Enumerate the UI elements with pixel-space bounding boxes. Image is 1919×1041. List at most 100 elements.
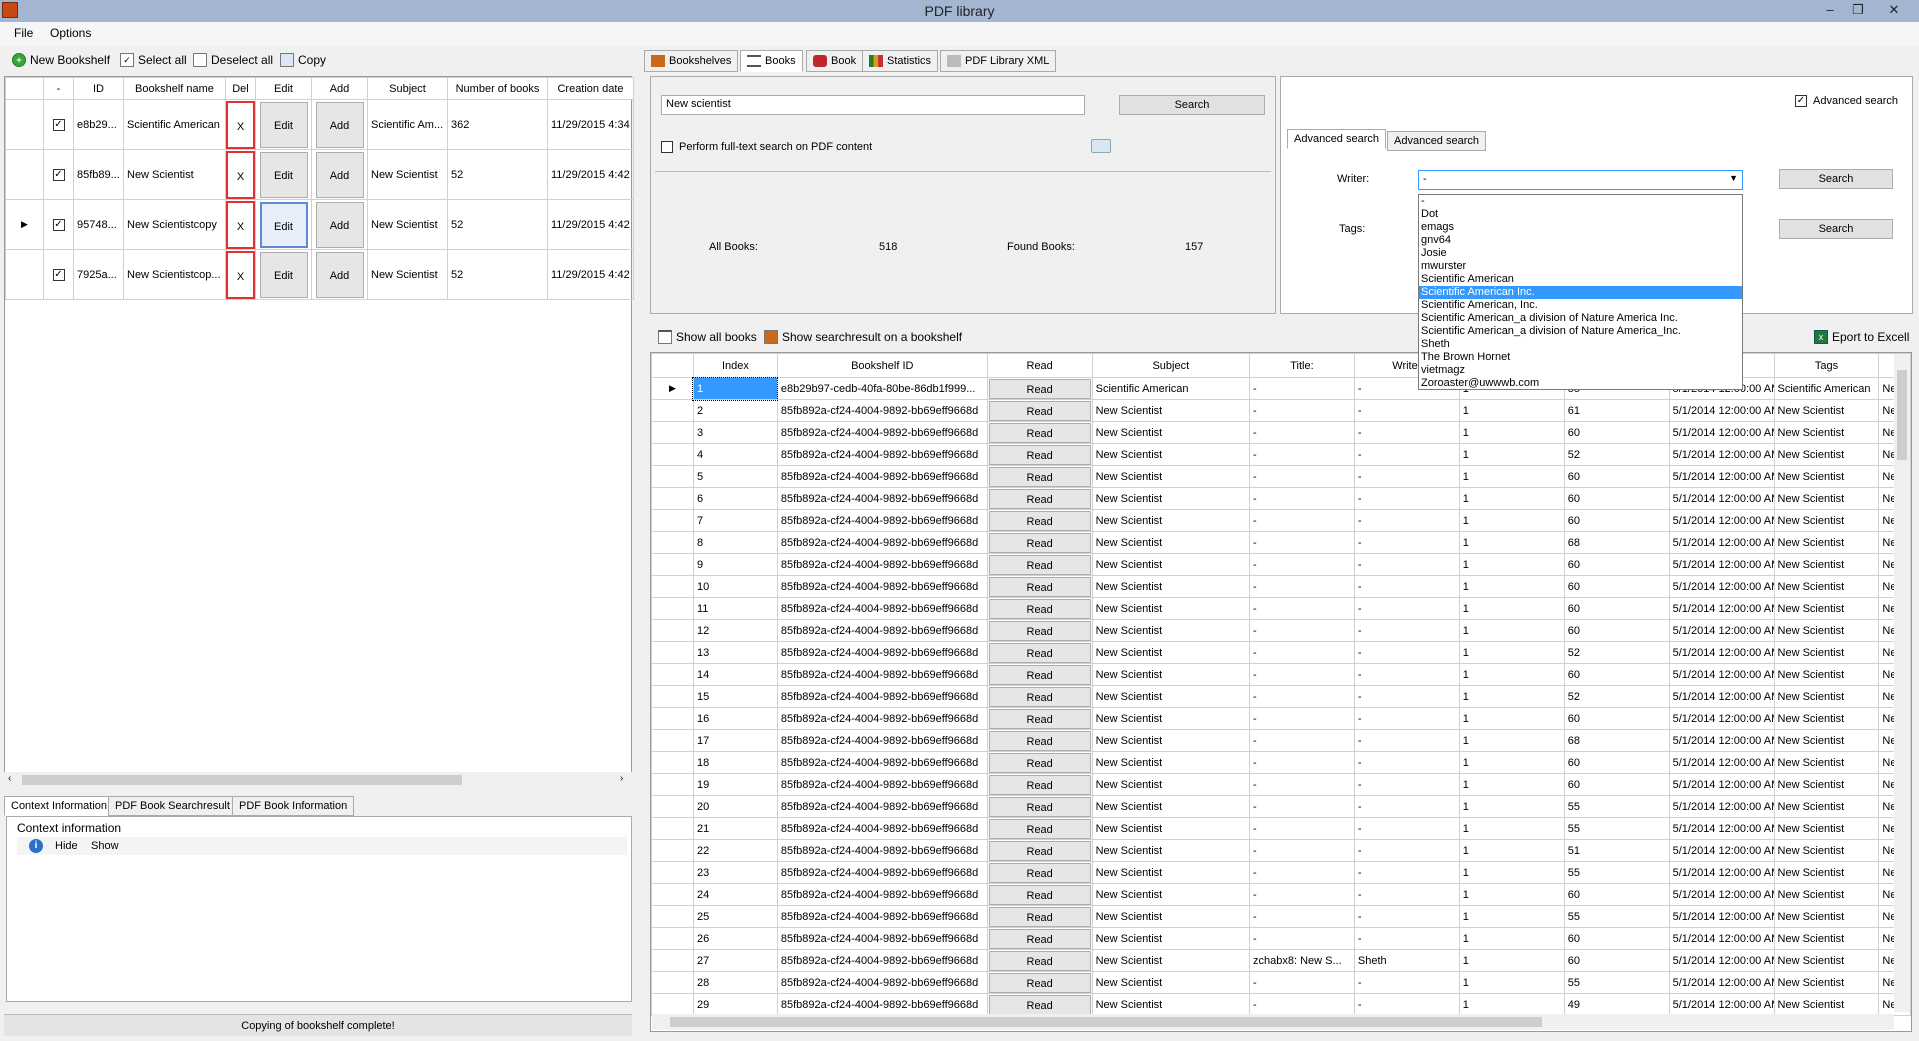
dropdown-option[interactable]: Zoroaster@uwwwb.com (1419, 377, 1742, 390)
writer-select[interactable]: - ▼ (1418, 170, 1743, 190)
table-row[interactable]: 22 85fb892a-cf24-4004-9892-bb69eff9668d Re… (651, 839, 1911, 862)
tab-pdf-book-searchresult[interactable]: PDF Book Searchresult (108, 796, 237, 816)
writer-search-button[interactable]: Search (1779, 169, 1893, 189)
col-del[interactable]: Del (225, 77, 256, 100)
read-button[interactable]: Read (988, 488, 1091, 509)
chevron-down-icon[interactable]: ▼ (1729, 173, 1738, 183)
table-row[interactable]: 5 85fb892a-cf24-4004-9892-bb69eff9668d Rea… (651, 465, 1911, 488)
dropdown-option[interactable]: emags (1419, 221, 1742, 234)
row-header[interactable] (651, 949, 694, 972)
read-button[interactable]: Read (988, 576, 1091, 597)
dropdown-option[interactable]: The Brown Hornet (1419, 351, 1742, 364)
row-header[interactable] (651, 707, 694, 730)
table-row[interactable]: 17 85fb892a-cf24-4004-9892-bb69eff9668d Re… (651, 729, 1911, 752)
books-hscrollbar[interactable] (652, 1014, 1894, 1030)
read-button[interactable]: Read (988, 664, 1091, 685)
tags-search-button[interactable]: Search (1779, 219, 1893, 239)
tab-context-information[interactable]: Context Information (4, 796, 114, 816)
bookshelf-hscrollbar[interactable]: ‹ › (4, 772, 632, 788)
table-row[interactable]: 18 85fb892a-cf24-4004-9892-bb69eff9668d Re… (651, 751, 1911, 774)
read-button[interactable]: Read (988, 686, 1091, 707)
table-row[interactable]: ✓ 7925a... New Scientistcop... X Edit Ad… (5, 249, 634, 300)
current-row-arrow[interactable]: ▶ (5, 199, 44, 250)
scroll-thumb[interactable] (22, 775, 462, 785)
table-row[interactable]: 28 85fb892a-cf24-4004-9892-bb69eff9668d Re… (651, 971, 1911, 994)
col-bookshelf-name[interactable]: Bookshelf name (123, 77, 226, 100)
row-header[interactable] (5, 99, 44, 150)
menu-options[interactable]: Options (50, 26, 91, 40)
row-header[interactable] (651, 509, 694, 532)
table-row[interactable]: 7 85fb892a-cf24-4004-9892-bb69eff9668d Rea… (651, 509, 1911, 532)
row-header[interactable] (651, 531, 694, 554)
col-tags[interactable]: Tags (1773, 353, 1880, 378)
read-button[interactable]: Read (988, 444, 1091, 465)
read-button[interactable]: Read (988, 840, 1091, 861)
read-button[interactable]: Read (988, 994, 1091, 1015)
col-subject[interactable]: Subject (367, 77, 448, 100)
show-button[interactable]: Show (91, 840, 119, 852)
delete-button[interactable]: X (226, 150, 255, 199)
export-excel-button[interactable]: x Eport to Excell (1814, 330, 1909, 344)
tab-pdf-library-xml[interactable]: PDF Library XML (940, 50, 1057, 72)
delete-button[interactable]: X (226, 100, 255, 149)
tab-pdf-book-information[interactable]: PDF Book Information (232, 796, 355, 816)
read-button[interactable]: Read (988, 532, 1091, 553)
menu-file[interactable]: File (14, 26, 33, 40)
read-button[interactable]: Read (988, 422, 1091, 443)
search-button[interactable]: Search (1119, 95, 1265, 115)
advanced-search-checkbox[interactable]: ✓ (1795, 95, 1807, 107)
close-button[interactable]: ✕ (1880, 0, 1908, 20)
table-row[interactable]: 15 85fb892a-cf24-4004-9892-bb69eff9668d Re… (651, 685, 1911, 708)
row-header[interactable] (5, 249, 44, 300)
scroll-right-icon[interactable]: › (620, 773, 623, 784)
table-row[interactable]: 2 85fb892a-cf24-4004-9892-bb69eff9668d Rea… (651, 399, 1911, 422)
dropdown-option[interactable]: Scientific American_a division of Nature… (1419, 312, 1742, 325)
books-vscrollbar[interactable] (1894, 354, 1910, 1012)
read-button[interactable]: Read (988, 862, 1091, 883)
row-header[interactable] (5, 149, 44, 200)
col-title[interactable]: Title: (1248, 353, 1355, 378)
read-button[interactable]: Read (988, 796, 1091, 817)
table-row[interactable]: 16 85fb892a-cf24-4004-9892-bb69eff9668d Re… (651, 707, 1911, 730)
table-row[interactable]: 19 85fb892a-cf24-4004-9892-bb69eff9668d Re… (651, 773, 1911, 796)
read-button[interactable]: Read (988, 400, 1091, 421)
row-header[interactable] (651, 729, 694, 752)
table-row[interactable]: 23 85fb892a-cf24-4004-9892-bb69eff9668d Re… (651, 861, 1911, 884)
delete-button[interactable]: X (226, 250, 255, 299)
read-button[interactable]: Read (988, 884, 1091, 905)
minimize-button[interactable]: – (1816, 0, 1844, 20)
col-id[interactable]: ID (73, 77, 124, 100)
deselect-all-button[interactable]: Deselect all (193, 53, 273, 67)
read-button[interactable]: Read (988, 708, 1091, 729)
read-button[interactable]: Read (988, 554, 1091, 575)
col-edit[interactable]: Edit (255, 77, 312, 100)
dropdown-option[interactable]: vietmagz (1419, 364, 1742, 377)
row-header[interactable] (651, 861, 694, 884)
show-searchresult-button[interactable]: Show searchresult on a bookshelf (764, 330, 962, 344)
table-row[interactable]: 4 85fb892a-cf24-4004-9892-bb69eff9668d Rea… (651, 443, 1911, 466)
table-row[interactable]: 20 85fb892a-cf24-4004-9892-bb69eff9668d Re… (651, 795, 1911, 818)
dropdown-option[interactable]: Scientific American, Inc. (1419, 299, 1742, 312)
table-row[interactable]: 6 85fb892a-cf24-4004-9892-bb69eff9668d Rea… (651, 487, 1911, 510)
dropdown-option[interactable]: Scientific American_a division of Nature… (1419, 325, 1742, 338)
row-header[interactable] (651, 993, 694, 1016)
scroll-left-icon[interactable]: ‹ (8, 773, 11, 784)
col-number-of-books[interactable]: Number of books (447, 77, 548, 100)
read-button[interactable]: Read (988, 818, 1091, 839)
hide-button[interactable]: Hide (55, 840, 78, 852)
add-button[interactable]: Add (315, 101, 364, 148)
row-header[interactable] (651, 641, 694, 664)
dropdown-option[interactable]: Dot (1419, 208, 1742, 221)
row-header[interactable] (651, 487, 694, 510)
add-button[interactable]: Add (315, 151, 364, 198)
table-row[interactable]: ✓ e8b29... Scientific American X Edit Ad… (5, 99, 634, 150)
add-button[interactable]: Add (315, 201, 364, 248)
table-row[interactable]: 29 85fb892a-cf24-4004-9892-bb69eff9668d Re… (651, 993, 1911, 1016)
tab-book[interactable]: Book (806, 50, 864, 72)
search-input[interactable]: New scientist (661, 95, 1085, 115)
table-row[interactable]: 8 85fb892a-cf24-4004-9892-bb69eff9668d Rea… (651, 531, 1911, 554)
read-button[interactable]: Read (988, 620, 1091, 641)
add-button[interactable]: Add (315, 251, 364, 298)
read-button[interactable]: Read (988, 950, 1091, 971)
dropdown-option[interactable]: - (1419, 195, 1742, 208)
